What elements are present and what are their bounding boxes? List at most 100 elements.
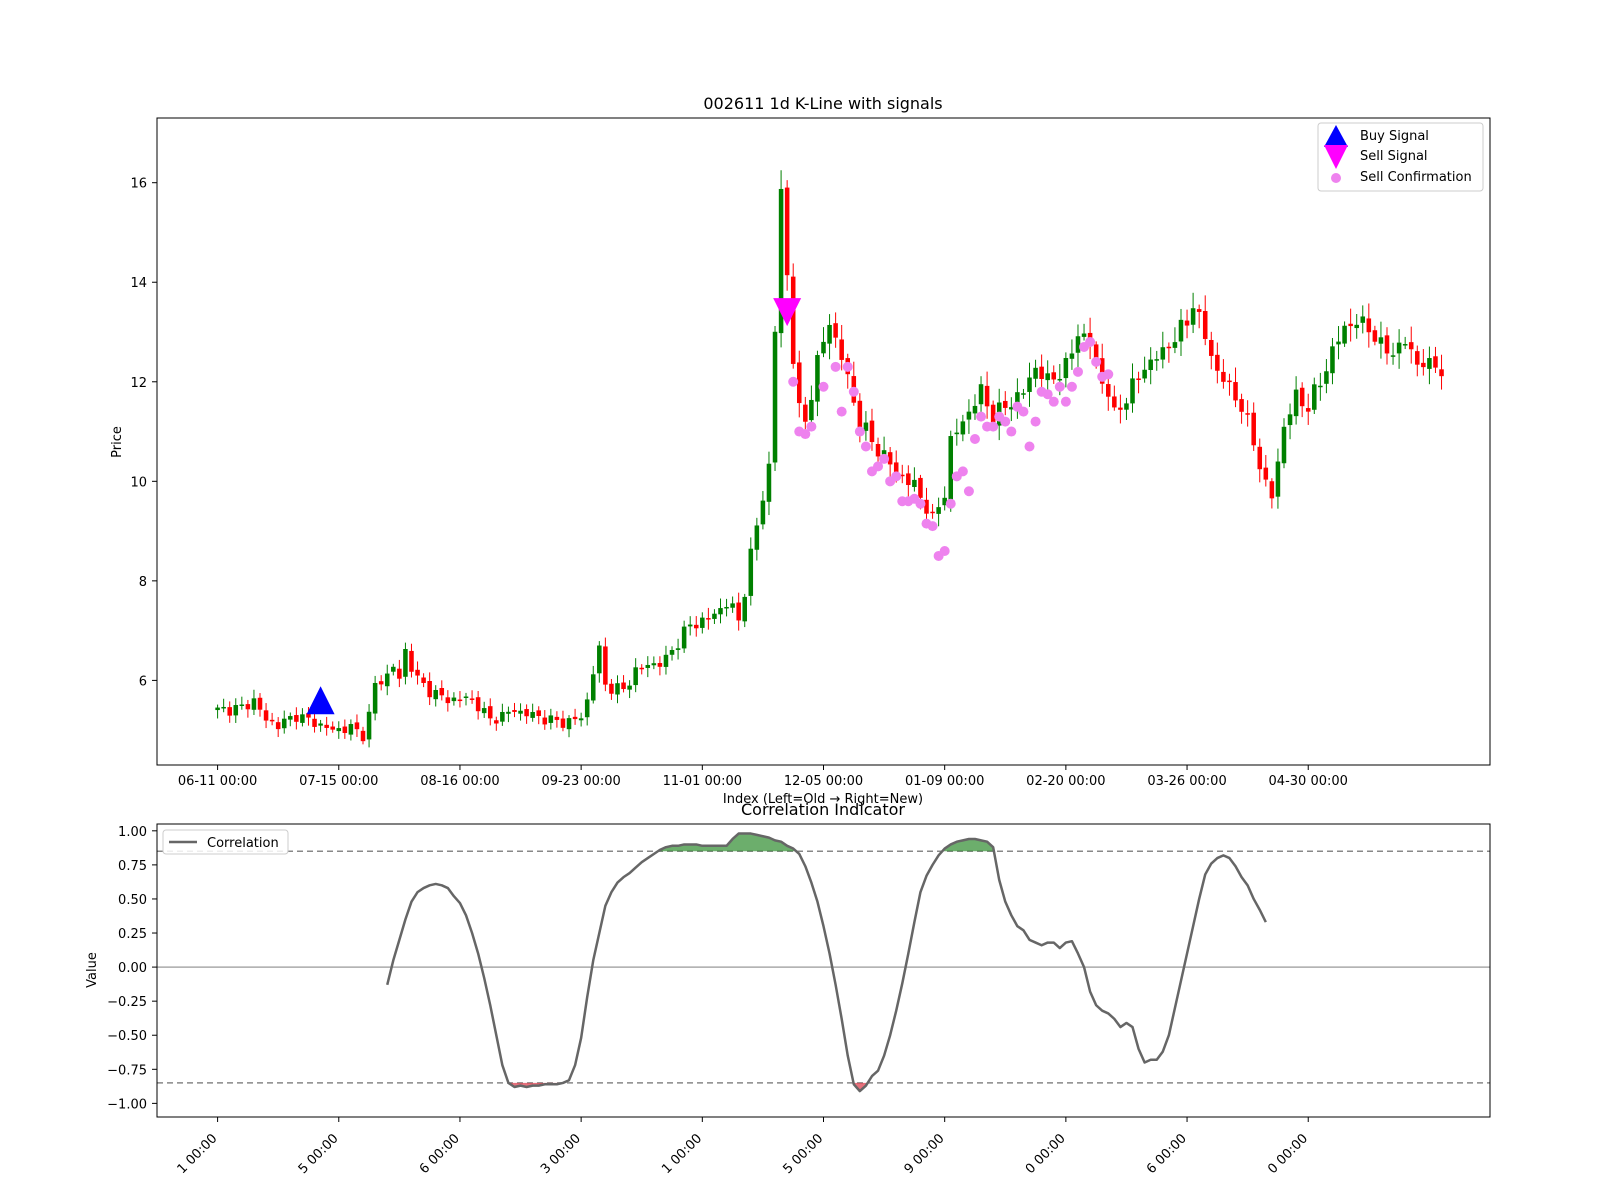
- candle-body: [833, 323, 838, 338]
- correlation-panel: −1.00 −0.75 −0.50 −0.25 0.00 0.25 0.50 0.75 1.00…: [85, 800, 1491, 1177]
- correlation-ylabel: Value: [85, 952, 100, 988]
- candle: [1081, 323, 1087, 341]
- candle-body: [409, 650, 414, 672]
- candle-body: [275, 722, 281, 730]
- kline-ytick-label: 12: [130, 376, 147, 391]
- sell-confirmation-marker: [1018, 406, 1029, 417]
- candle-body: [439, 687, 445, 696]
- candle: [1039, 354, 1044, 391]
- candle-body: [1360, 316, 1366, 323]
- candle: [1045, 360, 1050, 394]
- legend-buy-label: Buy Signal: [1360, 129, 1429, 144]
- sell-confirmation-marker: [1048, 396, 1059, 407]
- candle: [1402, 336, 1408, 350]
- candle-body: [633, 667, 638, 686]
- sell-confirmation-marker: [818, 381, 829, 392]
- candle-body: [324, 724, 329, 728]
- candle: [736, 592, 741, 631]
- candle: [281, 710, 287, 734]
- candle: [663, 645, 669, 675]
- candle: [712, 609, 717, 625]
- candle: [603, 637, 608, 692]
- candle-body: [1045, 373, 1050, 381]
- candle: [706, 607, 711, 630]
- candle-body: [1384, 335, 1390, 354]
- candle: [294, 707, 299, 730]
- candle-body: [1221, 371, 1226, 382]
- kline-candles: [215, 170, 1444, 748]
- candle: [766, 451, 772, 516]
- candle: [433, 685, 438, 707]
- candle-body: [1027, 377, 1032, 392]
- candle: [457, 691, 463, 708]
- candle-body: [245, 704, 251, 710]
- candle: [548, 708, 554, 730]
- candle-body: [1227, 380, 1232, 383]
- kline-xtick-label: 07-15 00:00: [299, 774, 378, 789]
- kline-xtick-label: 01-09 00:00: [905, 774, 984, 789]
- candle-body: [675, 648, 681, 650]
- candle-body: [881, 450, 887, 455]
- candle-body: [524, 709, 529, 717]
- candle-body: [397, 668, 402, 679]
- candle: [1184, 309, 1190, 339]
- sell-confirmation-marker: [1066, 381, 1077, 392]
- candle-body: [294, 715, 299, 722]
- candle-body: [1202, 311, 1208, 339]
- candle: [1239, 393, 1244, 424]
- correlation-xtick-label: 5 00:00: [780, 1131, 826, 1177]
- correlation-fills: [508, 833, 994, 1092]
- candle-body: [875, 444, 881, 457]
- candle-body: [1172, 342, 1178, 348]
- candle-body: [730, 603, 735, 608]
- sell-confirmation-marker: [963, 486, 974, 497]
- candle: [1118, 394, 1123, 424]
- candle-body: [687, 624, 693, 627]
- sell-confirmation-marker: [927, 521, 938, 532]
- candle-body: [288, 716, 293, 720]
- candle: [1178, 308, 1184, 356]
- candle-body: [1366, 318, 1372, 333]
- candle-body: [372, 682, 378, 714]
- candle-body: [530, 711, 535, 718]
- positive-correlation-fill: [657, 833, 797, 852]
- sell-confirmation-marker: [842, 361, 853, 372]
- candle: [863, 411, 869, 441]
- candle-body: [566, 718, 572, 730]
- candle: [754, 517, 760, 561]
- candle: [584, 692, 590, 726]
- candle-body: [1142, 369, 1147, 379]
- candle: [645, 656, 651, 678]
- kline-title: 002611 1d K-Line with signals: [703, 94, 942, 113]
- candle: [906, 465, 911, 498]
- candle-body: [548, 715, 554, 723]
- candle: [1312, 377, 1317, 415]
- candle: [1160, 331, 1166, 369]
- candle: [239, 696, 245, 710]
- candle: [1378, 321, 1384, 359]
- candle: [263, 703, 269, 729]
- candle: [421, 673, 426, 688]
- candle-body: [1433, 356, 1438, 368]
- candle: [621, 675, 626, 693]
- kline-xtick-label: 04-30 00:00: [1269, 774, 1348, 789]
- candle-body: [1354, 324, 1359, 329]
- candle-body: [815, 355, 820, 402]
- candle: [784, 180, 790, 291]
- sell-confirmation-marker: [969, 434, 980, 445]
- candle-body: [421, 677, 426, 683]
- sell-confirmation-marker: [976, 411, 987, 422]
- candle: [1051, 365, 1057, 384]
- kline-panel: 002611 1d K-Line with signals 6 8 10 12 14 16…: [110, 94, 1491, 807]
- sell-confirmation-marker: [1030, 416, 1041, 427]
- candle: [742, 593, 748, 628]
- candle: [384, 664, 390, 696]
- candle: [772, 325, 778, 471]
- candle: [700, 612, 705, 634]
- candle-body: [706, 618, 711, 620]
- correlation-series: [386, 832, 1267, 1093]
- candle-body: [263, 710, 269, 721]
- candle: [1299, 382, 1305, 418]
- candle-body: [803, 404, 808, 422]
- kline-axes-frame: [156, 117, 1491, 766]
